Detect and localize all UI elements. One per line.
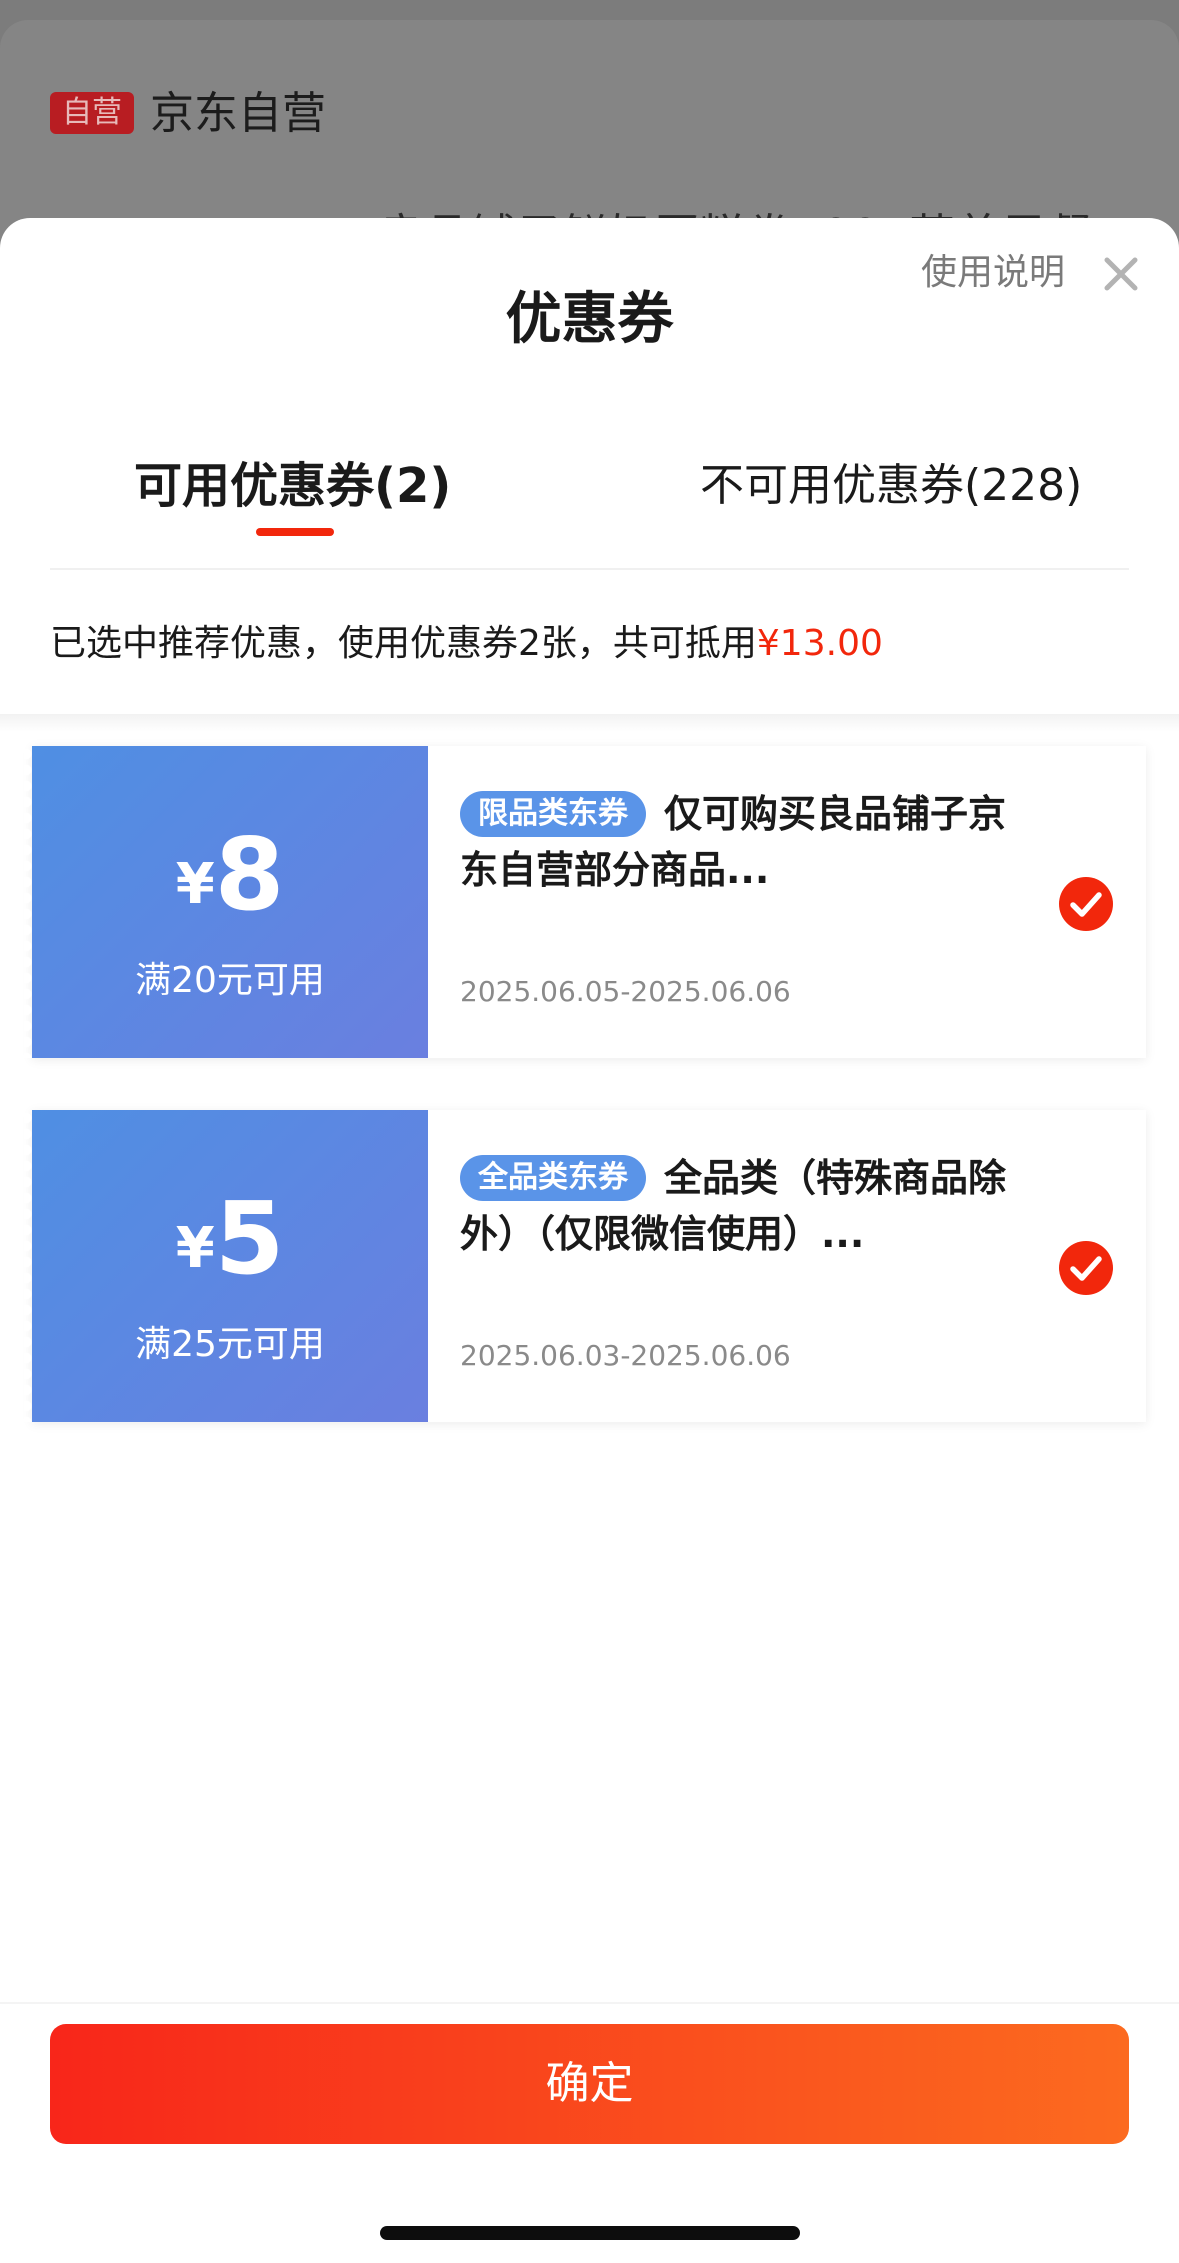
coupon-min-spend: 满25元可用 bbox=[135, 1324, 325, 1365]
coupon-bottom-sheet: 使用说明 优惠券 可用优惠券(2) 不可用优惠券(228) 已选中推荐优惠，使用… bbox=[0, 218, 1179, 2263]
coupon-validity-dates: 2025.06.05-2025.06.06 bbox=[460, 975, 791, 1008]
footer-divider bbox=[0, 2002, 1179, 2004]
home-indicator[interactable] bbox=[380, 2226, 800, 2240]
self-operated-badge: 自营 bbox=[50, 92, 134, 134]
coupon-value-panel: ¥8 满20元可用 bbox=[24, 746, 428, 1058]
summary-text: 已选中推荐优惠，使用优惠券2张，共可抵用 bbox=[50, 623, 757, 664]
checkmark-selected-icon[interactable] bbox=[1058, 876, 1114, 932]
store-name: 京东自营 bbox=[150, 88, 326, 139]
active-tab-indicator bbox=[256, 528, 334, 536]
coupon-validity-dates: 2025.06.03-2025.06.06 bbox=[460, 1339, 791, 1372]
sheet-title: 优惠券 bbox=[505, 287, 674, 352]
coupon-value-number: 5 bbox=[214, 1180, 285, 1297]
coupon-value-number: 8 bbox=[214, 816, 285, 933]
selection-summary: 已选中推荐优惠，使用优惠券2张，共可抵用¥13.00 bbox=[50, 618, 883, 670]
list-top-shadow bbox=[0, 714, 1179, 732]
tab-unavailable-coupons[interactable]: 不可用优惠券(228) bbox=[700, 454, 1082, 518]
checkmark-selected-icon[interactable] bbox=[1058, 1240, 1114, 1296]
coupon-type-tag: 全品类东券 bbox=[460, 1155, 646, 1201]
summary-amount: ¥13.00 bbox=[756, 623, 883, 664]
coupon-amount: ¥5 bbox=[32, 1184, 428, 1294]
tab-available-coupons[interactable]: 可用优惠券(2) bbox=[134, 454, 451, 518]
coupon-description: 全品类东券 全品类（特殊商品除外）（仅限微信使用）... bbox=[460, 1150, 1040, 1262]
coupon-detail-panel: 限品类东券 仅可购买良品铺子京东自营部分商品... 2025.06.05-2025… bbox=[428, 746, 1146, 1058]
coupon-detail-panel: 全品类东券 全品类（特殊商品除外）（仅限微信使用）... 2025.06.03-2… bbox=[428, 1110, 1146, 1422]
currency-symbol: ¥ bbox=[175, 1216, 215, 1281]
coupon-amount: ¥8 bbox=[32, 820, 428, 930]
coupon-min-spend: 满20元可用 bbox=[135, 960, 325, 1001]
coupon-card[interactable]: ¥8 满20元可用 限品类东券 仅可购买良品铺子京东自营部分商品... 2025.… bbox=[24, 746, 1146, 1058]
currency-symbol: ¥ bbox=[175, 852, 215, 917]
coupon-description: 限品类东券 仅可购买良品铺子京东自营部分商品... bbox=[460, 786, 1040, 898]
coupon-type-tag: 限品类东券 bbox=[460, 791, 646, 837]
coupon-card[interactable]: ¥5 满25元可用 全品类东券 全品类（特殊商品除外）（仅限微信使用）... 20… bbox=[24, 1110, 1146, 1422]
tabs-divider bbox=[50, 568, 1129, 570]
coupon-value-panel: ¥5 满25元可用 bbox=[24, 1110, 428, 1422]
confirm-button[interactable]: 确定 bbox=[50, 2024, 1129, 2144]
